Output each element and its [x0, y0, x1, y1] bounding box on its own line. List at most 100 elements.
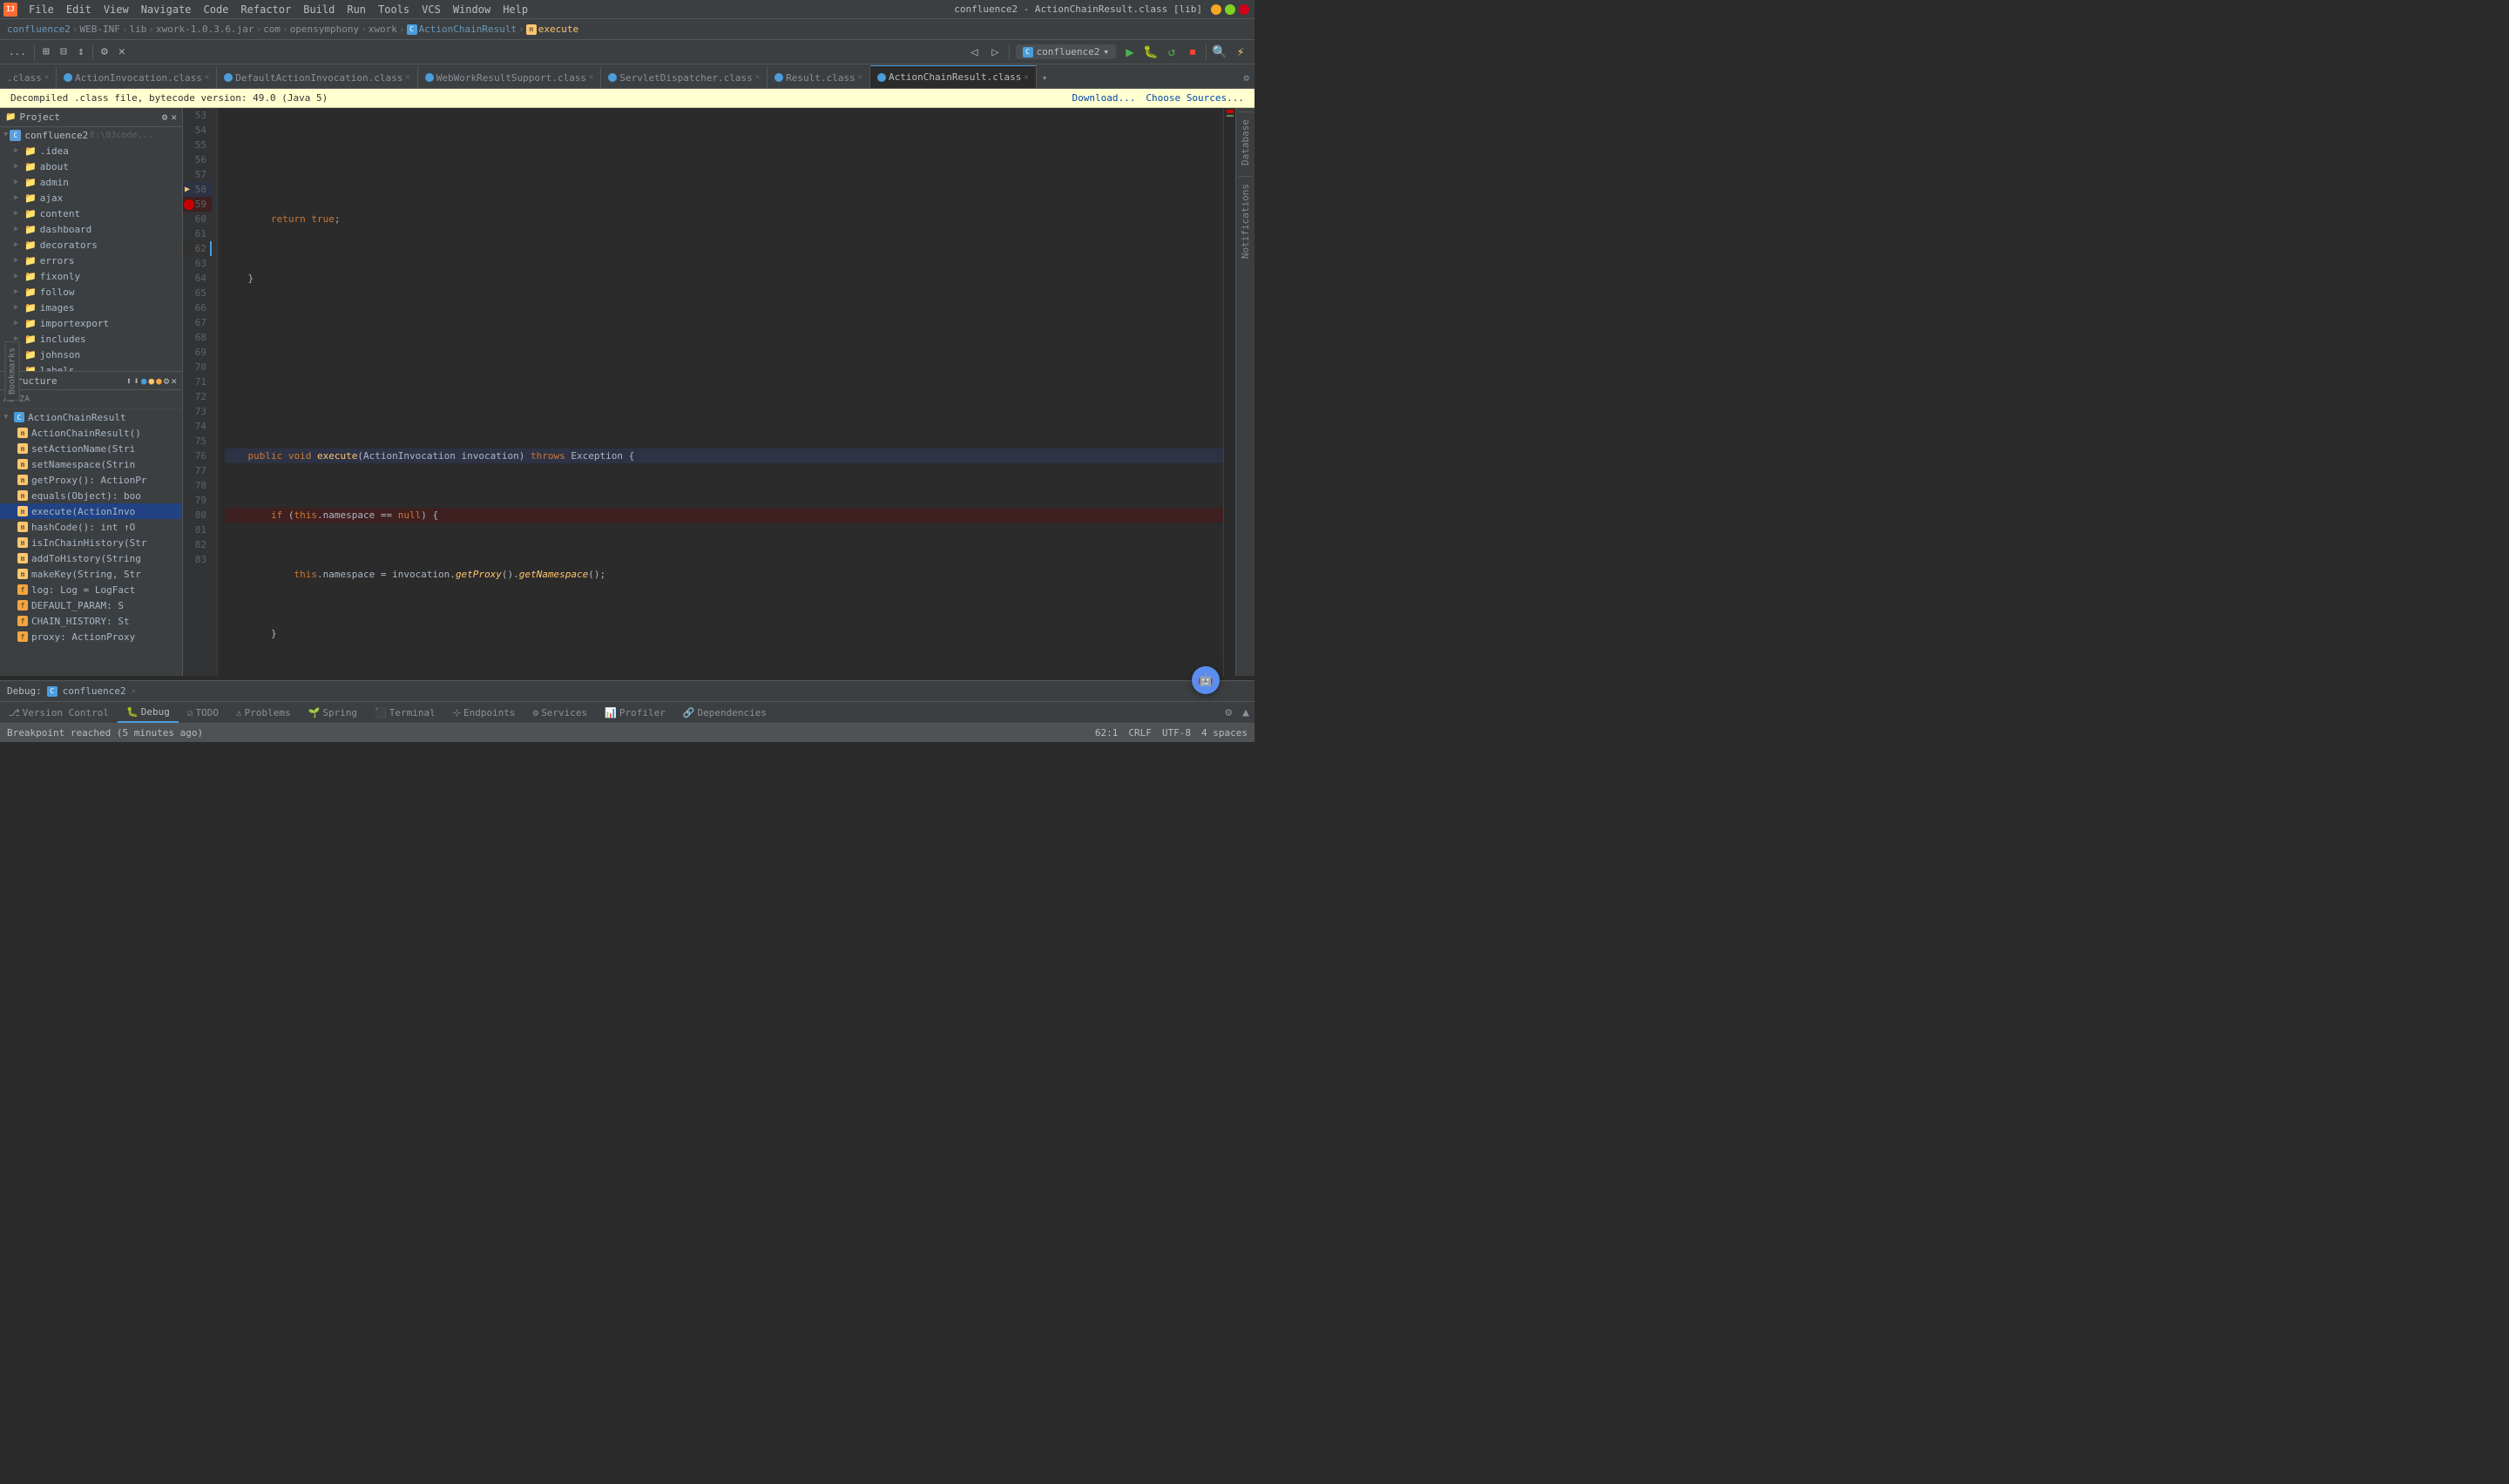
sort-btn[interactable]: ↕: [72, 44, 90, 61]
debug-session-close[interactable]: ✕: [132, 687, 136, 696]
menu-file[interactable]: File: [23, 2, 60, 17]
encoding[interactable]: UTF-8: [1162, 727, 1191, 739]
struct-sort-za[interactable]: ZA: [19, 395, 30, 404]
code-content[interactable]: return true; } public void execute(Actio…: [218, 108, 1223, 676]
btab-services[interactable]: ⚙ Services: [524, 702, 597, 723]
tree-item-images[interactable]: ▶ 📁 images: [0, 300, 182, 315]
tree-item-idea[interactable]: ▶ 📁 .idea: [0, 143, 182, 159]
download-link[interactable]: Download...: [1072, 92, 1136, 104]
bottom-settings-btn[interactable]: ⚙: [1220, 702, 1237, 723]
bottom-expand-btn[interactable]: ▲: [1237, 702, 1254, 723]
menu-refactor[interactable]: Refactor: [234, 2, 297, 17]
expand-all-btn[interactable]: ⊞: [37, 44, 55, 61]
btab-debug[interactable]: 🐛 Debug: [118, 702, 179, 723]
forward-btn[interactable]: ▷: [985, 42, 1006, 63]
menu-help[interactable]: Help: [497, 2, 534, 17]
breadcrumb-project[interactable]: confluence2: [7, 24, 71, 35]
tree-item-johnson[interactable]: ▶ 📁 johnson: [0, 347, 182, 362]
breadcrumb-opensymphony[interactable]: opensymphony: [290, 24, 359, 35]
collapse-all-btn[interactable]: ⊟: [55, 44, 72, 61]
tree-item-decorators[interactable]: ▶ 📁 decorators: [0, 237, 182, 253]
struct-item-constructor[interactable]: m ActionChainResult(): [0, 425, 182, 441]
project-view-btn[interactable]: ...: [3, 44, 31, 59]
tab-actionchainresult[interactable]: ActionChainResult.class ✕: [870, 65, 1037, 88]
settings-btn[interactable]: ⚙: [96, 44, 113, 61]
tab-class-close[interactable]: ✕: [44, 73, 49, 82]
run-btn[interactable]: ▶: [1119, 42, 1140, 63]
debug-session-name[interactable]: confluence2: [63, 685, 126, 697]
breadcrumb-com[interactable]: com: [263, 24, 281, 35]
tree-item-follow[interactable]: ▶ 📁 follow: [0, 284, 182, 300]
struct-item-execute[interactable]: m execute(ActionInvo: [0, 503, 182, 519]
struct-item-makekey[interactable]: m makeKey(String, Str: [0, 566, 182, 582]
struct-sort-asc[interactable]: ⬆: [126, 375, 132, 387]
breadcrumb-class[interactable]: ActionChainResult: [419, 24, 517, 35]
project-settings-btn[interactable]: ⚙: [162, 111, 168, 123]
power-btn[interactable]: ⚡: [1230, 42, 1251, 63]
close-panel-btn[interactable]: ✕: [113, 44, 131, 61]
close-btn[interactable]: [1239, 4, 1249, 15]
tree-item-labels[interactable]: ▶ 📁 labels: [0, 362, 182, 371]
tab-sd-close[interactable]: ✕: [755, 73, 760, 82]
tab-class[interactable]: .class ✕: [0, 67, 57, 88]
btab-profiler[interactable]: 📊 Profiler: [596, 702, 674, 723]
menu-code[interactable]: Code: [198, 2, 235, 17]
struct-item-proxy[interactable]: f proxy: ActionProxy: [0, 629, 182, 644]
tree-item-ajax[interactable]: ▶ 📁 ajax: [0, 190, 182, 206]
tree-item-fixonly[interactable]: ▶ 📁 fixonly: [0, 268, 182, 284]
tabs-gear-btn[interactable]: ⚙: [1238, 67, 1254, 88]
database-tab[interactable]: Database: [1238, 111, 1253, 172]
btab-endpoints[interactable]: ⊹ Endpoints: [444, 702, 524, 723]
menu-vcs[interactable]: VCS: [416, 2, 447, 17]
ai-assistant-button[interactable]: 🤖: [1192, 666, 1220, 694]
btab-versioncontrol[interactable]: ⎇ Version Control: [0, 702, 118, 723]
btab-terminal[interactable]: ⬛ Terminal: [366, 702, 444, 723]
btab-problems[interactable]: ⚠ Problems: [227, 702, 300, 723]
struct-sort-desc[interactable]: ⬇: [133, 375, 139, 387]
tab-wwr-close[interactable]: ✕: [589, 73, 593, 82]
menu-edit[interactable]: Edit: [60, 2, 98, 17]
tab-servletdispatcher[interactable]: ServletDispatcher.class ✕: [601, 67, 768, 88]
project-close-btn[interactable]: ✕: [171, 111, 177, 123]
struct-item-defaultparam[interactable]: f DEFAULT_PARAM: S: [0, 597, 182, 613]
stop-btn[interactable]: ⏹: [1182, 42, 1203, 63]
tree-item-dashboard[interactable]: ▶ 📁 dashboard: [0, 221, 182, 237]
tree-item-includes[interactable]: ▶ 📁 includes: [0, 331, 182, 347]
tab-result-close[interactable]: ✕: [858, 73, 862, 82]
tab-webworkresult[interactable]: WebWorkResultSupport.class ✕: [418, 67, 602, 88]
menu-build[interactable]: Build: [297, 2, 341, 17]
indent-info[interactable]: 4 spaces: [1201, 727, 1248, 739]
struct-item-addtohistory[interactable]: m addToHistory(String: [0, 550, 182, 566]
breadcrumb-lib[interactable]: lib: [129, 24, 146, 35]
search-btn[interactable]: 🔍: [1209, 42, 1230, 63]
struct-item-getproxy[interactable]: m getProxy(): ActionPr: [0, 472, 182, 488]
struct-item-log[interactable]: f log: Log = LogFact: [0, 582, 182, 597]
btab-dependencies[interactable]: 🔗 Dependencies: [674, 702, 775, 723]
debug-run-btn[interactable]: 🐛: [1140, 42, 1161, 63]
struct-item-equals[interactable]: m equals(Object): boo: [0, 488, 182, 503]
tree-item-importexport[interactable]: ▶ 📁 importexport: [0, 315, 182, 331]
bookmarks-tab[interactable]: Bookmarks: [5, 341, 20, 401]
maximize-btn[interactable]: [1225, 4, 1235, 15]
struct-item-setactionname[interactable]: m setActionName(Stri: [0, 441, 182, 456]
minimize-btn[interactable]: [1211, 4, 1221, 15]
rerun-btn[interactable]: ↺: [1161, 42, 1182, 63]
struct-root[interactable]: ▼ C ActionChainResult: [0, 409, 182, 425]
tab-actioninvocation[interactable]: ActionInvocation.class ✕: [57, 67, 217, 88]
menu-view[interactable]: View: [98, 2, 135, 17]
menu-tools[interactable]: Tools: [372, 2, 416, 17]
btab-todo[interactable]: ☑ TODO: [179, 702, 227, 723]
struct-item-hashcode[interactable]: m hashCode(): int ↑O: [0, 519, 182, 535]
menu-navigate[interactable]: Navigate: [135, 2, 198, 17]
menu-run[interactable]: Run: [341, 2, 372, 17]
code-scroll-area[interactable]: 53 54 55 56 57 58 ▶ 59 60 61 62: [183, 108, 1235, 676]
breadcrumb-xwork[interactable]: xwork: [369, 24, 397, 35]
breadcrumb-webinf[interactable]: WEB-INF: [79, 24, 119, 35]
tree-root[interactable]: ▼ C confluence2 E:\03code...: [0, 127, 182, 143]
struct-item-isinchainhistory[interactable]: m isInChainHistory(Str: [0, 535, 182, 550]
tab-acr-close[interactable]: ✕: [1024, 73, 1028, 82]
tree-item-about[interactable]: ▶ 📁 about: [0, 159, 182, 174]
run-config-dropdown[interactable]: C confluence2 ▾: [1016, 44, 1116, 59]
tabs-more-btn[interactable]: ▾: [1037, 67, 1053, 88]
tree-item-errors[interactable]: ▶ 📁 errors: [0, 253, 182, 268]
